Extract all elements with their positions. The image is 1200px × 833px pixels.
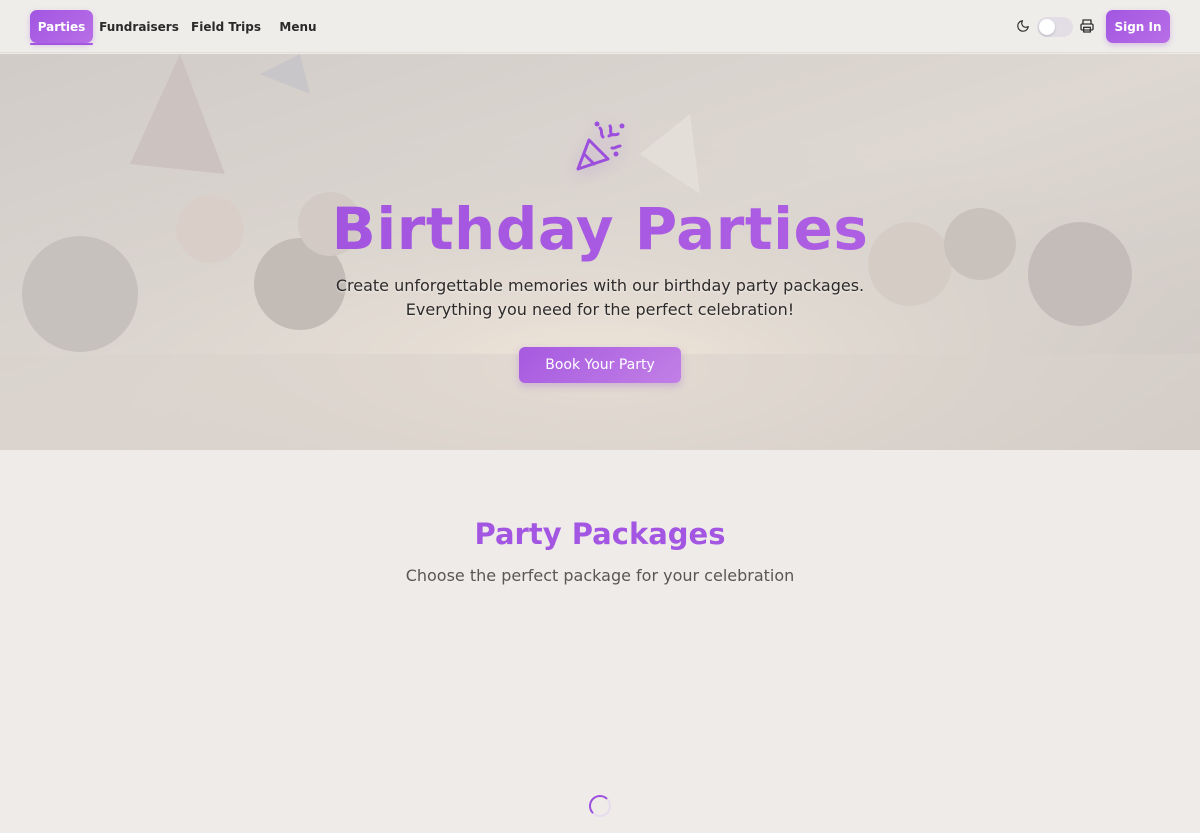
top-navbar: Parties Fundraisers Field Trips Menu Sig… <box>0 0 1200 53</box>
sign-in-button[interactable]: Sign In <box>1106 10 1170 43</box>
hero-section: Birthday Parties Create unforgettable me… <box>0 54 1200 450</box>
loading-spinner <box>589 795 611 817</box>
nav-item-fundraisers[interactable]: Fundraisers <box>99 10 179 43</box>
dark-mode-toggle[interactable] <box>1037 17 1073 37</box>
hero-subtitle: Create unforgettable memories with our b… <box>0 274 1200 322</box>
hero-title: Birthday Parties <box>0 192 1200 266</box>
hero-subtitle-line-2: Everything you need for the perfect cele… <box>405 300 795 319</box>
hero-subtitle-line-1: Create unforgettable memories with our b… <box>335 276 865 295</box>
book-your-party-button[interactable]: Book Your Party <box>519 347 681 383</box>
moon-icon <box>1017 20 1029 32</box>
party-popper-icon <box>576 121 625 171</box>
printer-icon[interactable] <box>1079 18 1095 34</box>
nav-item-menu[interactable]: Menu <box>272 10 324 43</box>
packages-subtitle: Choose the perfect package for your cele… <box>405 566 795 585</box>
toggle-knob <box>1039 19 1055 35</box>
packages-title: Party Packages <box>474 517 726 551</box>
nav-item-field-trips[interactable]: Field Trips <box>190 10 262 43</box>
nav-item-parties[interactable]: Parties <box>30 10 93 45</box>
